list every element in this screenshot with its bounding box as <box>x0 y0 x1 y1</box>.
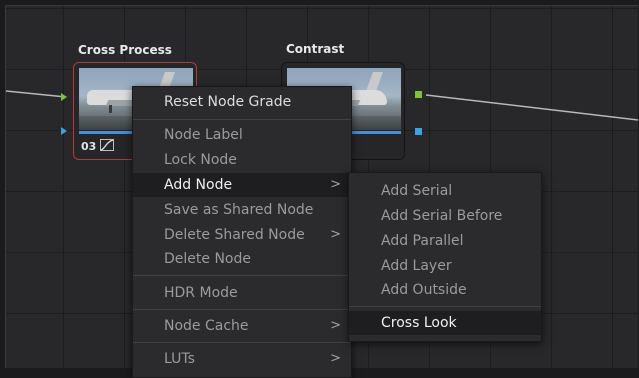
menu-separator <box>133 119 351 120</box>
node-context-menu: Reset Node Grade Node Label Lock Node Ad… <box>132 86 352 378</box>
chevron-right-icon: > <box>330 351 341 366</box>
menu-item-label: Delete Node <box>164 251 251 267</box>
menu-item-label: Lock Node <box>164 152 237 168</box>
submenu-item-add-outside[interactable]: Add Outside <box>349 278 541 302</box>
chevron-right-icon: > <box>330 318 341 333</box>
menu-item-node-label[interactable]: Node Label <box>133 123 351 147</box>
menu-item-label: Cross Look <box>381 315 457 331</box>
menu-item-label: Reset Node Grade <box>164 94 292 110</box>
menu-item-lock-node[interactable]: Lock Node <box>133 148 351 172</box>
menu-item-label: Add Outside <box>381 282 467 298</box>
menu-item-hdr-mode[interactable]: HDR Mode <box>133 281 351 305</box>
menu-item-delete-node[interactable]: Delete Node <box>133 247 351 271</box>
node-title-contrast: Contrast <box>286 42 345 56</box>
menu-item-label: Save as Shared Node <box>164 202 314 218</box>
submenu-item-add-serial[interactable]: Add Serial <box>349 179 541 203</box>
submenu-item-add-layer[interactable]: Add Layer <box>349 254 541 278</box>
chevron-right-icon: > <box>330 177 341 192</box>
menu-item-label: Add Serial Before <box>381 208 503 224</box>
menu-item-node-cache[interactable]: Node Cache > <box>133 314 351 338</box>
menu-item-save-as-shared-node[interactable]: Save as Shared Node <box>133 198 351 222</box>
curves-icon <box>100 139 114 154</box>
menu-separator <box>133 275 351 276</box>
output-connection-line <box>425 94 638 121</box>
menu-item-reset-node-grade[interactable]: Reset Node Grade <box>133 90 351 114</box>
menu-item-label: Add Parallel <box>381 233 464 249</box>
node-title-cross-process: Cross Process <box>78 43 172 57</box>
menu-item-label: Delete Shared Node <box>164 227 305 243</box>
submenu-item-cross-look[interactable]: Cross Look <box>349 311 541 335</box>
menu-item-label: LUTs <box>164 351 195 367</box>
submenu-item-add-serial-before[interactable]: Add Serial Before <box>349 204 541 228</box>
menu-separator <box>349 306 541 307</box>
chevron-right-icon: > <box>330 227 341 242</box>
menu-item-luts[interactable]: LUTs > <box>133 347 351 371</box>
menu-item-add-node[interactable]: Add Node > <box>133 173 351 197</box>
menu-item-delete-shared-node[interactable]: Delete Shared Node > <box>133 223 351 247</box>
menu-separator <box>133 309 351 310</box>
menu-item-label: Node Cache <box>164 318 249 334</box>
menu-item-label: Add Layer <box>381 258 452 274</box>
node2-alpha-output-port[interactable] <box>415 128 422 135</box>
menu-item-label: HDR Mode <box>164 285 238 301</box>
input-connection-line <box>6 90 67 98</box>
menu-separator <box>133 342 351 343</box>
menu-item-label: Node Label <box>164 127 243 143</box>
node1-alpha-input-port[interactable] <box>61 127 67 135</box>
node2-rgb-output-port[interactable] <box>415 91 422 98</box>
menu-item-label: Add Node <box>164 177 233 193</box>
node1-rgb-input-port[interactable] <box>61 93 67 101</box>
submenu-item-add-parallel[interactable]: Add Parallel <box>349 229 541 253</box>
node-number: 03 <box>81 140 97 153</box>
menu-item-label: Add Serial <box>381 183 453 199</box>
add-node-submenu: Add Serial Add Serial Before Add Paralle… <box>348 172 542 342</box>
